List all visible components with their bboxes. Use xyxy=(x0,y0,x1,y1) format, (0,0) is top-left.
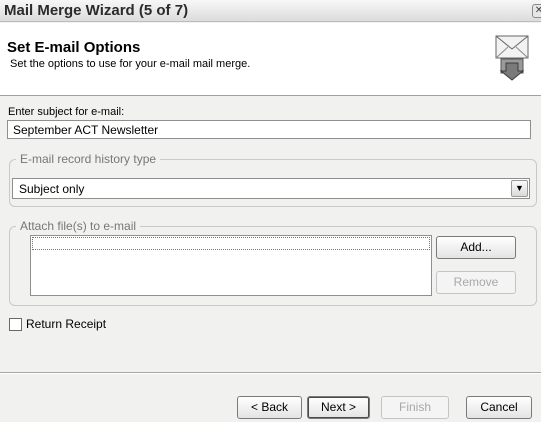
subject-label: Enter subject for e-mail: xyxy=(8,106,125,118)
record-history-value: Subject only xyxy=(19,182,85,196)
mail-merge-envelope-icon xyxy=(495,35,529,81)
list-focus-rect xyxy=(32,237,430,250)
mail-merge-wizard-window: Mail Merge Wizard (5 of 7) ✕ Set E-mail … xyxy=(0,0,541,422)
back-button[interactable]: < Back xyxy=(237,396,302,419)
attach-files-legend: Attach file(s) to e-mail xyxy=(16,219,141,233)
add-file-button[interactable]: Add... xyxy=(436,236,516,259)
page-title: Set E-mail Options xyxy=(7,39,141,56)
subject-input[interactable]: September ACT Newsletter xyxy=(7,120,531,139)
next-button[interactable]: Next > xyxy=(307,396,370,419)
attached-files-list[interactable] xyxy=(30,235,432,296)
page-subtitle: Set the options to use for your e-mail m… xyxy=(10,58,251,70)
return-receipt-label[interactable]: Return Receipt xyxy=(26,317,106,331)
remove-file-button[interactable]: Remove xyxy=(436,271,516,294)
chevron-down-icon[interactable]: ▼ xyxy=(511,180,528,197)
finish-button[interactable]: Finish xyxy=(381,396,449,419)
wizard-header: Set E-mail Options Set the options to us… xyxy=(0,23,541,96)
return-receipt-checkbox[interactable] xyxy=(9,318,22,331)
window-title: Mail Merge Wizard (5 of 7) xyxy=(4,2,189,19)
footer-divider xyxy=(0,372,541,374)
record-history-legend: E-mail record history type xyxy=(16,152,161,166)
close-icon[interactable]: ✕ xyxy=(532,4,541,18)
title-bar: Mail Merge Wizard (5 of 7) ✕ xyxy=(0,0,541,22)
record-history-select[interactable]: Subject only ▼ xyxy=(12,178,530,199)
cancel-button[interactable]: Cancel xyxy=(466,396,532,419)
